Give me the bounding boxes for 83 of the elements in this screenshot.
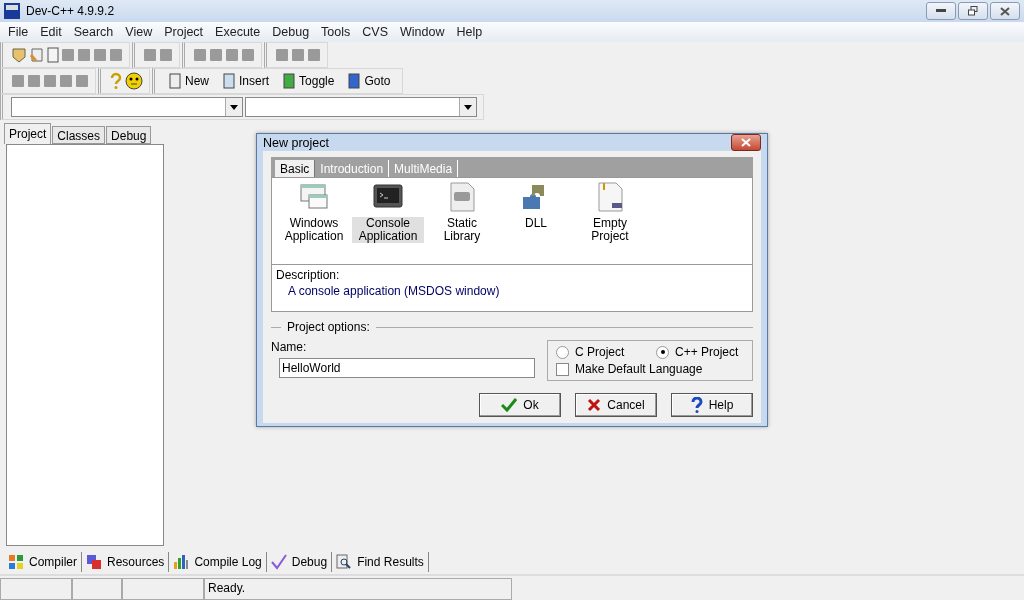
bookmark-icon — [348, 73, 361, 89]
toolbar-icon[interactable] — [75, 74, 89, 88]
windows-icon — [86, 554, 102, 570]
question-mark-icon — [690, 397, 703, 413]
menu-item[interactable]: Project — [158, 25, 210, 39]
template-item[interactable]: Windows Application — [278, 217, 350, 243]
restore-button[interactable] — [958, 2, 988, 20]
toolbar-icon[interactable] — [209, 48, 223, 62]
menu-item[interactable]: Help — [450, 25, 489, 39]
menu-item[interactable]: Tools — [315, 25, 357, 39]
template-item[interactable]: DLL — [524, 217, 548, 230]
close-button[interactable] — [990, 2, 1020, 20]
menu-item[interactable]: CVS — [356, 25, 394, 39]
template-item[interactable]: Static Library — [426, 217, 498, 243]
menu-item[interactable]: Debug — [266, 25, 316, 39]
dialog-title: New project — [263, 135, 329, 150]
tab[interactable]: Debug — [106, 126, 152, 144]
toolbar-icon[interactable] — [109, 48, 123, 62]
toolbar-icon[interactable] — [11, 74, 25, 88]
dropdown-arrow-icon[interactable] — [464, 104, 472, 110]
toolbar-icon[interactable] — [43, 74, 57, 88]
name-field[interactable]: HelloWorld — [279, 358, 535, 378]
toolbar-icon[interactable] — [241, 48, 255, 62]
toolbar-icon[interactable] — [159, 48, 173, 62]
window-title: Dev-C++ 4.9.9.2 — [26, 4, 115, 18]
toolbar-button[interactable]: Insert — [217, 70, 276, 92]
default-language-checkbox[interactable]: Make Default Language — [556, 362, 744, 376]
language-radio[interactable]: C Project — [556, 345, 656, 359]
dropdown-arrow-icon[interactable] — [230, 104, 238, 110]
toolbar-icon[interactable] — [59, 74, 73, 88]
menu-item[interactable]: View — [119, 25, 159, 39]
toolbar-icon[interactable] — [93, 48, 107, 62]
toolbar-button[interactable]: New — [163, 70, 215, 92]
toolbar-icon[interactable] — [27, 74, 41, 88]
description-text: A console application (MSDOS window) — [287, 284, 501, 298]
menu-item[interactable]: Search — [67, 25, 120, 39]
close-icon — [587, 398, 602, 412]
bar-chart-icon — [173, 554, 190, 570]
close-button[interactable] — [731, 134, 761, 151]
toolbar-icon[interactable] — [291, 48, 305, 62]
tab[interactable]: Basic — [275, 160, 316, 177]
magnifier-icon — [336, 554, 353, 570]
menu-item[interactable]: Window — [394, 25, 451, 39]
menu-item[interactable]: Execute — [209, 25, 267, 39]
dialog-button[interactable]: Help — [671, 393, 753, 417]
template-item[interactable]: Empty Project — [574, 217, 646, 243]
page-icon[interactable] — [47, 47, 59, 63]
smiley-icon[interactable] — [125, 72, 143, 90]
dialog-button[interactable]: Ok — [479, 393, 561, 417]
app-logo-icon — [4, 3, 20, 19]
bookmark-icon — [223, 73, 235, 89]
bookmark-icon — [169, 73, 181, 89]
status-text: Ready. — [204, 578, 512, 600]
menu-item[interactable]: Edit — [34, 25, 68, 39]
restore-icon — [968, 6, 978, 16]
checkmark-icon — [270, 554, 287, 570]
checkmark-icon — [501, 398, 518, 412]
toolbar-icon[interactable] — [143, 48, 157, 62]
language-radio[interactable]: C++ Project — [656, 345, 744, 359]
menu-item[interactable]: File — [2, 25, 35, 39]
tab[interactable]: Classes — [52, 126, 106, 144]
project-icon[interactable] — [11, 47, 27, 63]
project-icon[interactable] — [29, 47, 45, 63]
toolbar-button[interactable]: Goto — [342, 70, 397, 92]
close-icon — [1000, 6, 1010, 16]
toolbar-button[interactable]: Toggle — [277, 70, 341, 92]
bookmark-icon — [283, 73, 296, 89]
grid-icon — [8, 554, 24, 570]
toolbar-icon[interactable] — [275, 48, 289, 62]
group-label: Project options: — [287, 320, 370, 334]
template-item[interactable]: Console Application — [352, 217, 424, 243]
close-icon — [741, 138, 751, 147]
toolbar-icon[interactable] — [77, 48, 91, 62]
tab[interactable]: Project — [4, 123, 52, 144]
toolbar-icon[interactable] — [307, 48, 321, 62]
toolbar-icon[interactable] — [61, 48, 75, 62]
description-label: Description: — [276, 268, 341, 282]
dialog-button[interactable]: Cancel — [575, 393, 657, 417]
minimize-button[interactable] — [926, 2, 956, 20]
name-label: Name: — [271, 340, 308, 354]
minimize-icon — [936, 9, 946, 13]
toolbar-icon[interactable] — [193, 48, 207, 62]
toolbar-icon[interactable] — [225, 48, 239, 62]
